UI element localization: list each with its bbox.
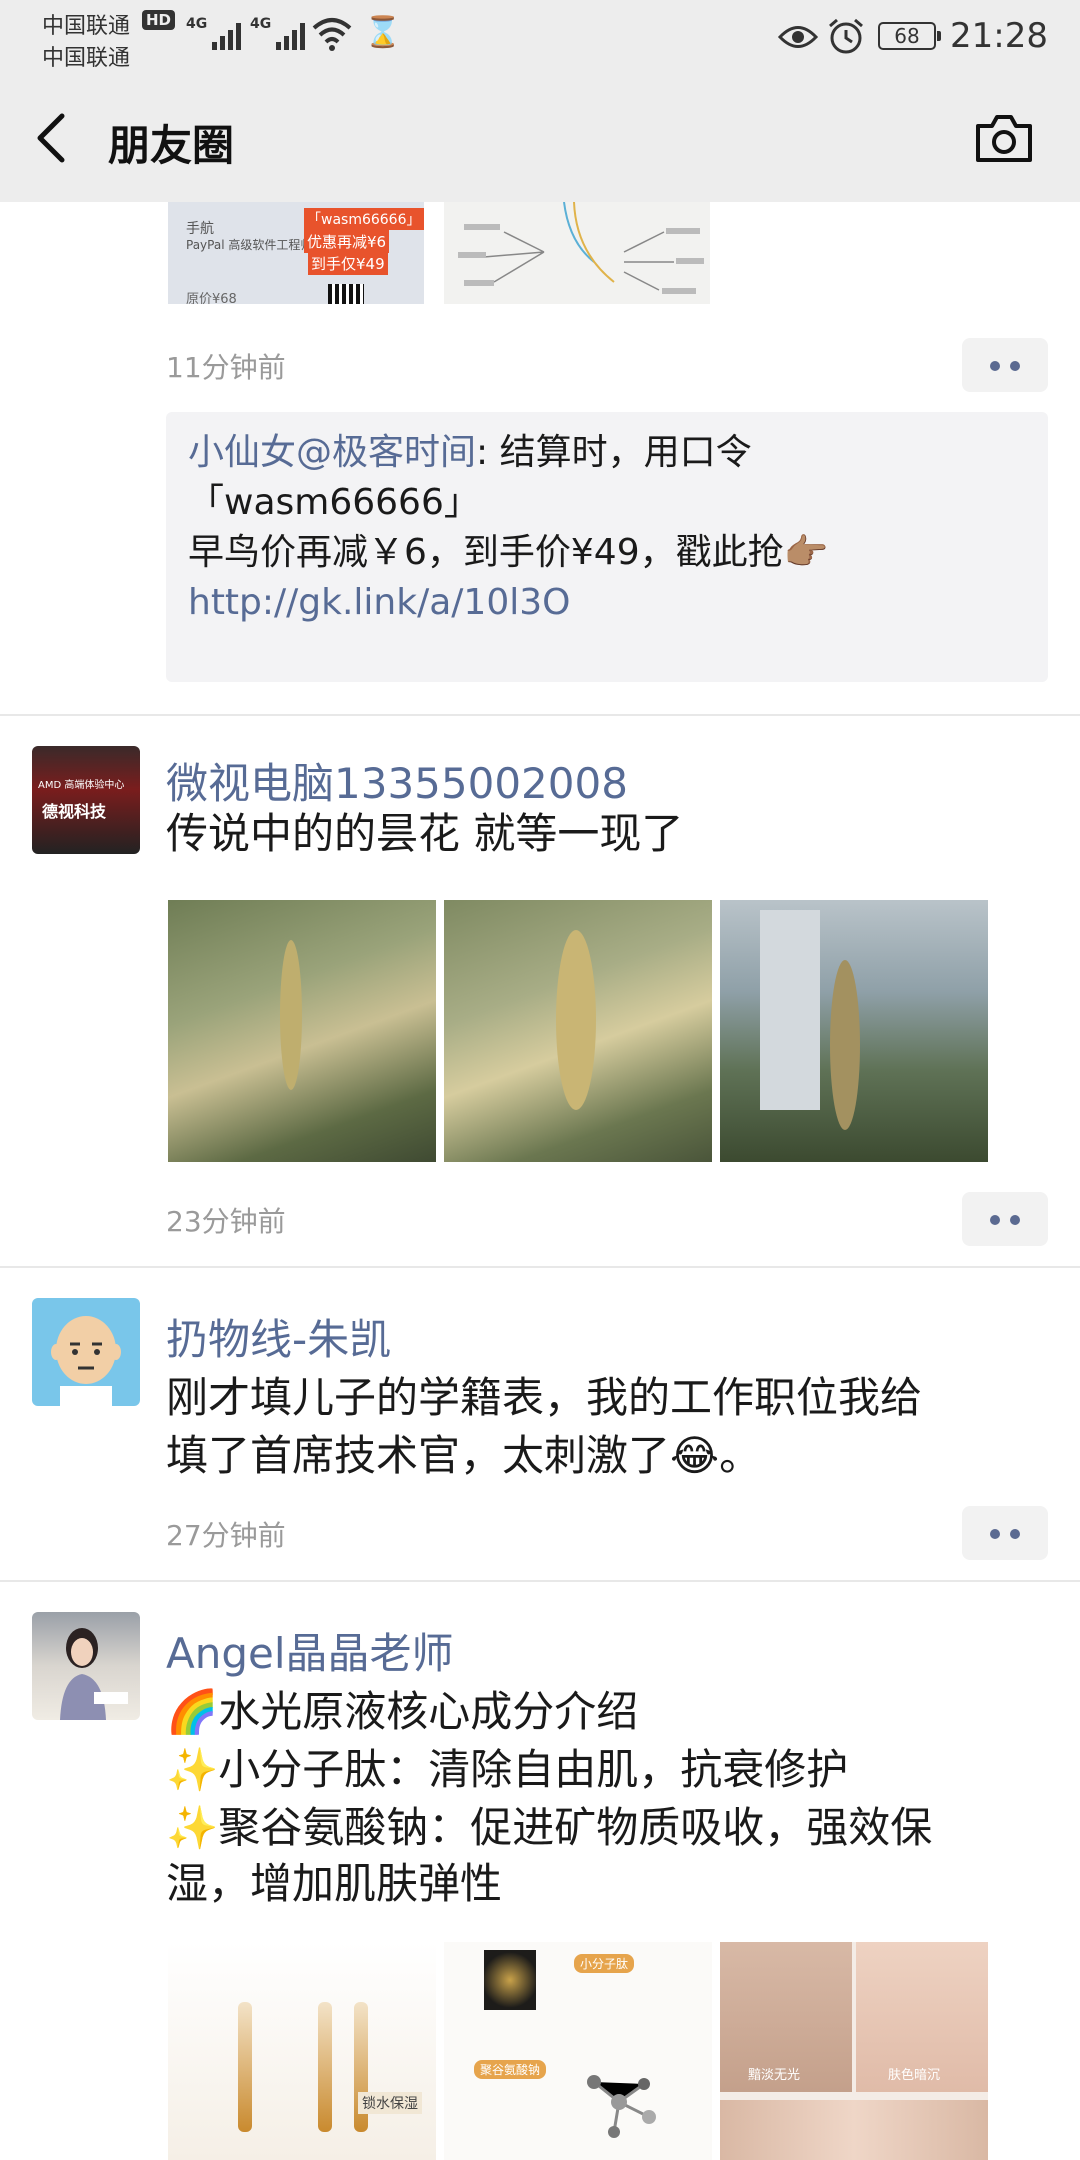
qr-code-icon <box>328 284 364 304</box>
comment-link[interactable]: http://gk.link/a/10l3O <box>188 578 1026 628</box>
nav-bar: 朋友圈 <box>0 72 1080 202</box>
comment-author[interactable]: 小仙女@极客时间 <box>188 432 476 473</box>
comment-text-2: 「wasm66666」 <box>188 482 480 523</box>
post-divider <box>0 714 1080 716</box>
post-image-mindmap[interactable] <box>444 202 710 304</box>
back-arrow-icon[interactable] <box>32 110 72 166</box>
post-image-skin-comparison[interactable]: 黯淡无光 肤色暗沉 <box>720 1942 988 2160</box>
post-divider <box>0 1580 1080 1582</box>
eye-comfort-icon <box>778 26 818 48</box>
post-time: 11分钟前 <box>166 351 286 384</box>
more-actions-button[interactable] <box>962 1192 1048 1246</box>
post-author[interactable]: 微视电脑13355002008 <box>166 750 628 811</box>
post-image-serum[interactable]: 锁水保湿 <box>168 1942 436 2160</box>
more-actions-button[interactable] <box>962 338 1048 392</box>
post-image-course-ad[interactable]: 手航 PayPal 高级软件工程师 「wasm66666」 优惠再减¥6 到手仅… <box>168 202 424 304</box>
comment-text-3: 早鸟价再减￥6，到手价¥49，戳此抢👉🏽 <box>188 532 829 573</box>
alarm-icon <box>829 18 863 54</box>
post-time: 23分钟前 <box>166 1205 286 1238</box>
comment-box: 小仙女@极客时间: 结算时，用口令 「wasm66666」 早鸟价再减￥6，到手… <box>166 412 1048 682</box>
post-image-flower-2[interactable] <box>444 900 712 1162</box>
avatar[interactable] <box>32 1298 140 1406</box>
post-text-line-1: 刚才填儿子的学籍表，我的工作职位我给 <box>166 1373 923 1422</box>
post-time: 27分钟前 <box>166 1519 286 1552</box>
status-bar: 中国联通 中国联通 HD 4G 4G ⌛ 68 21:28 <box>0 0 1080 72</box>
post-image-flower-3[interactable] <box>720 900 988 1162</box>
post-text-line-4: 湿，增加肌肤弹性 <box>166 1859 503 1908</box>
post-text-line-2: ✨小分子肽：清除自由肌，抗衰修护 <box>166 1745 849 1794</box>
battery-indicator: 68 <box>878 22 941 50</box>
post-image-flower-1[interactable] <box>168 900 436 1162</box>
post-image-ingredients[interactable]: 小分子肽 聚谷氨酸钠 <box>444 1942 712 2160</box>
hd-badge: HD <box>142 10 176 30</box>
post-text: 传说中的的昙花 就等一现了 <box>166 809 684 858</box>
avatar[interactable]: AMD 高端体验中心 德视科技 <box>32 746 140 854</box>
moments-feed[interactable]: 手航 PayPal 高级软件工程师 「wasm66666」 优惠再减¥6 到手仅… <box>0 202 1080 2160</box>
post-author[interactable]: 扔物线-朱凯 <box>166 1306 391 1367</box>
hourglass-icon: ⌛ <box>364 15 402 50</box>
page-title: 朋友圈 <box>108 121 235 170</box>
post-author[interactable]: Angel晶晶老师 <box>166 1620 454 1681</box>
signal-icon-1: 4G <box>186 16 242 50</box>
carrier-2: 中国联通 <box>42 46 131 71</box>
post-text-line-2: 填了首席技术官，太刺激了😂。 <box>166 1431 762 1480</box>
carrier-1: 中国联通 <box>42 14 131 39</box>
more-actions-button[interactable] <box>962 1506 1048 1560</box>
signal-icon-2: 4G <box>250 16 306 50</box>
post-divider <box>0 1266 1080 1268</box>
wifi-icon <box>312 18 352 51</box>
post-text-line-1: 🌈水光原液核心成分介绍 <box>166 1687 639 1736</box>
clock: 21:28 <box>950 16 1048 56</box>
camera-icon[interactable] <box>974 112 1034 164</box>
post-text-line-3: ✨聚谷氨酸钠：促进矿物质吸收，强效保 <box>166 1803 933 1852</box>
comment-text: : 结算时，用口令 <box>476 432 752 473</box>
avatar[interactable] <box>32 1612 140 1720</box>
